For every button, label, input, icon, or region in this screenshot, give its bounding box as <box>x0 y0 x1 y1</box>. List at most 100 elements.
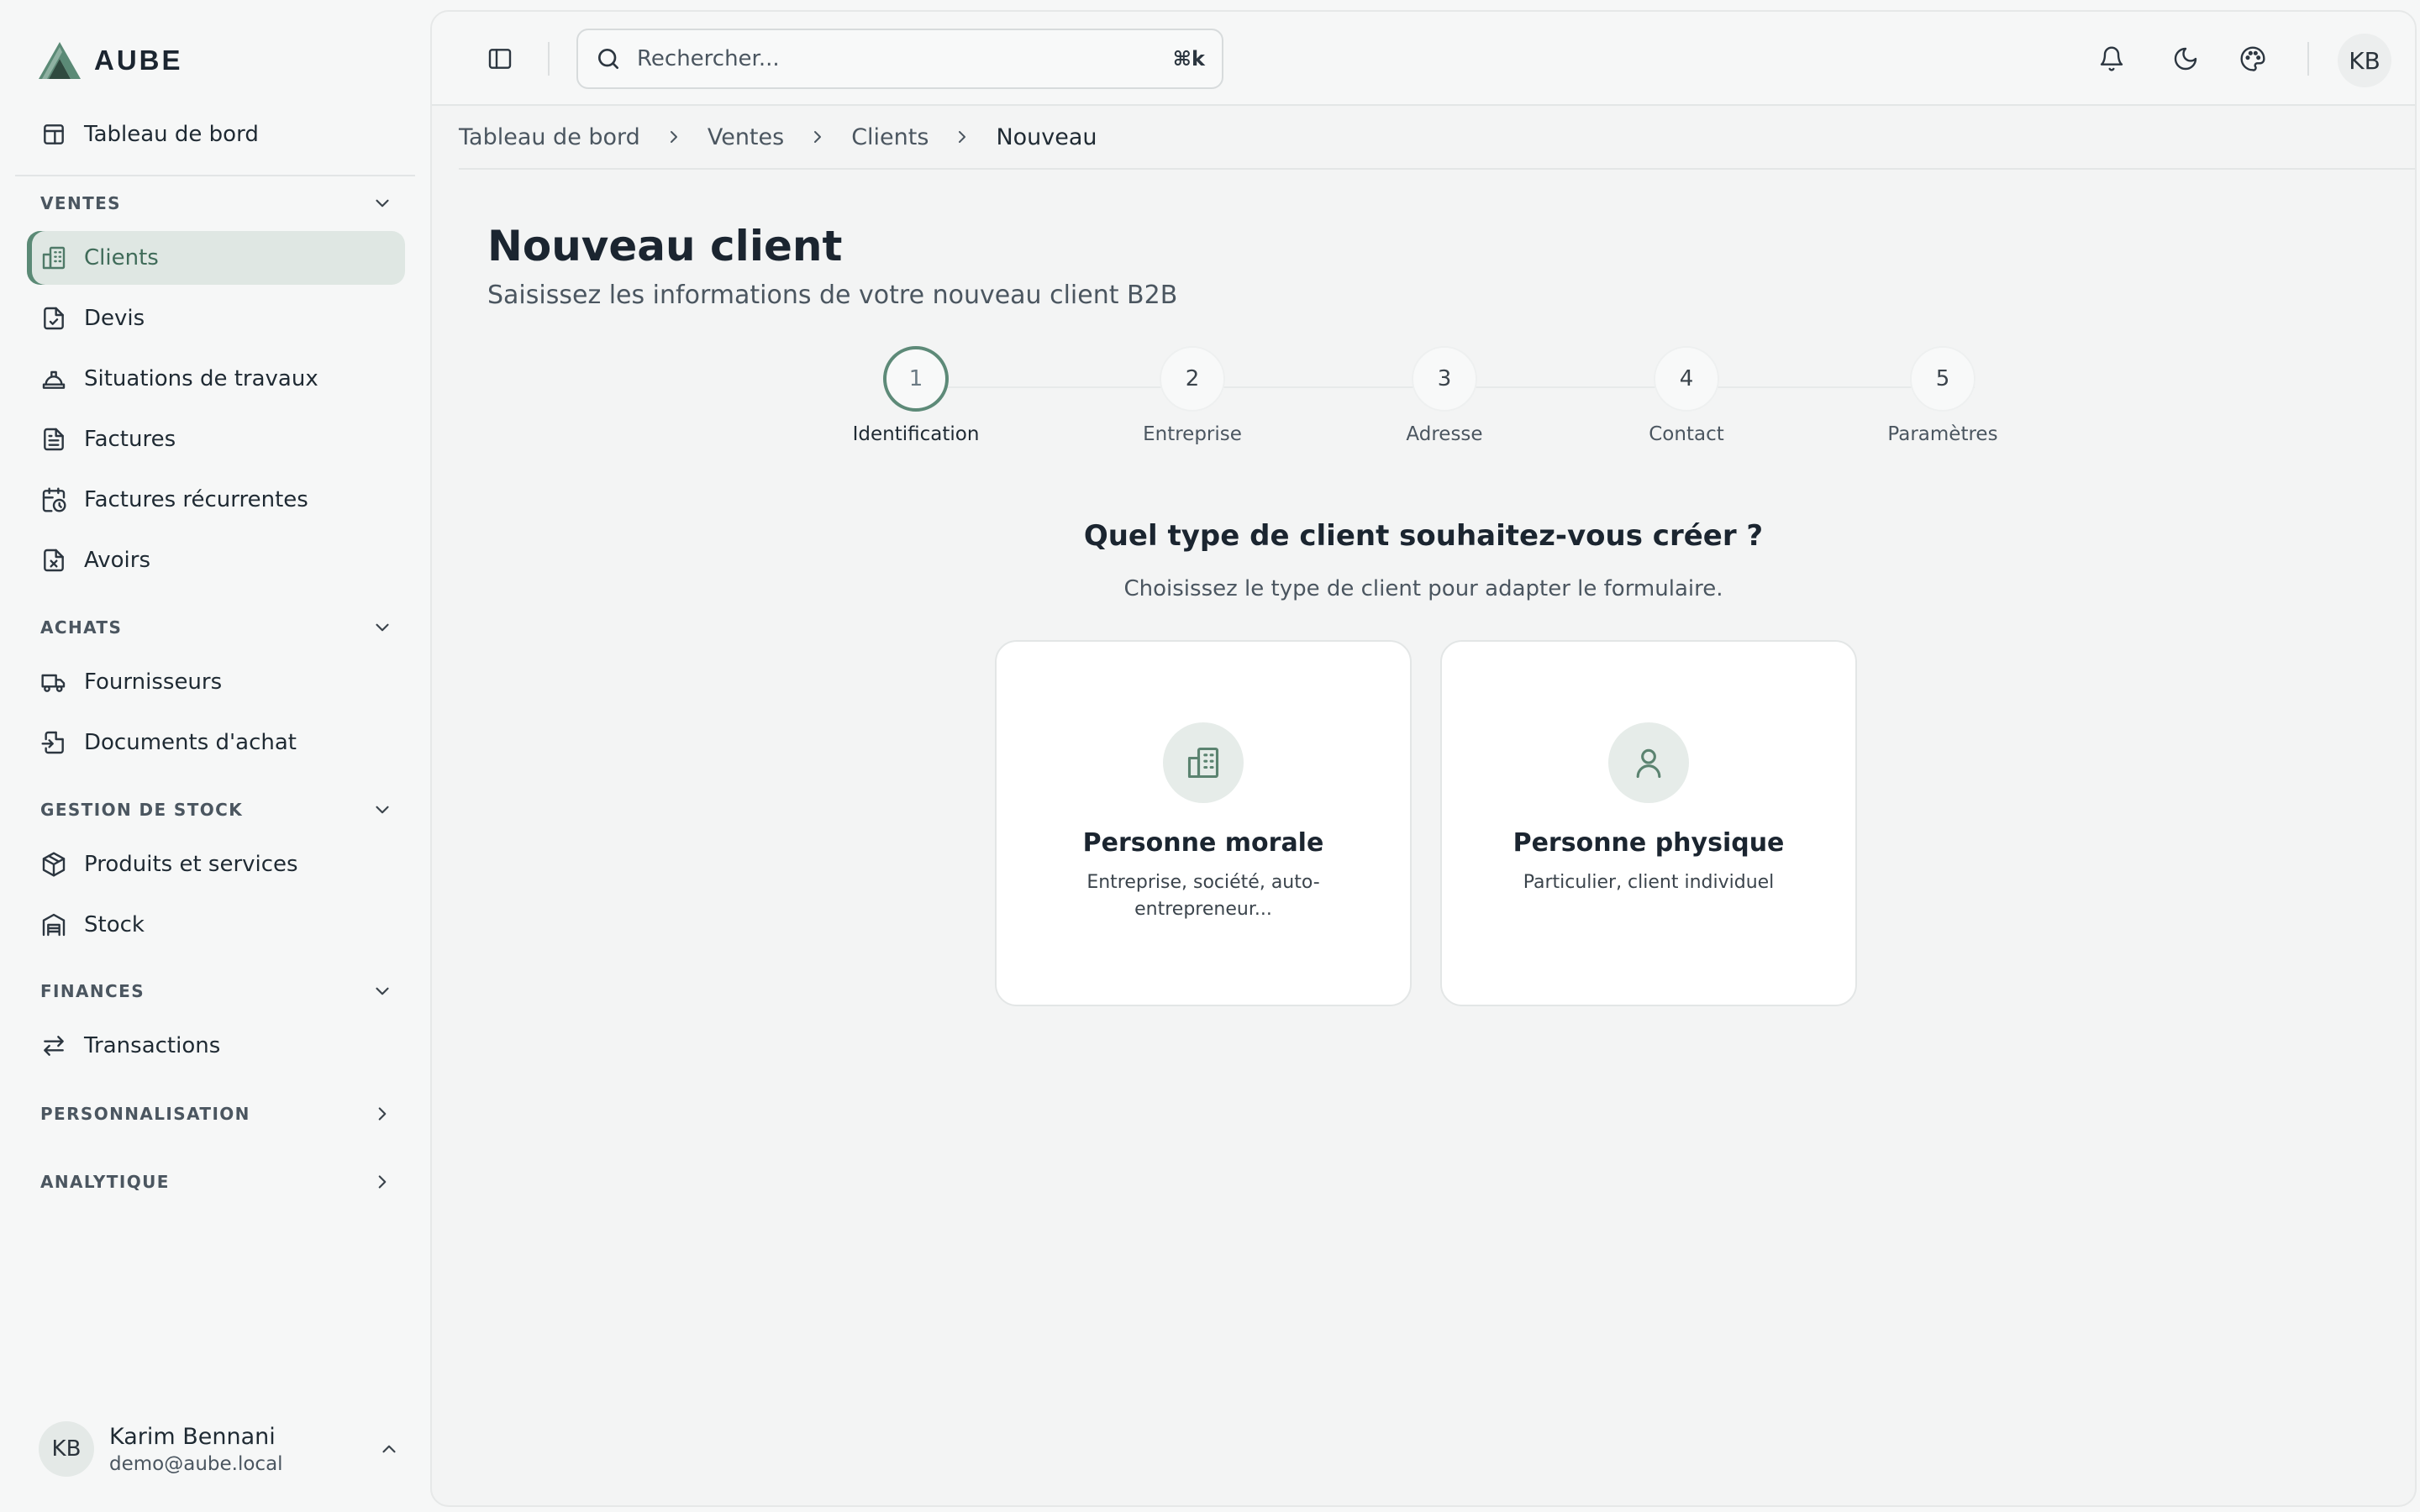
sidebar-item-clients[interactable]: Clients <box>27 231 405 285</box>
step-number: 1 <box>883 346 949 412</box>
step-label: Contact <box>1649 423 1724 445</box>
group-achats[interactable]: ACHATS <box>40 611 393 644</box>
sidebar-item-factures-recurrentes[interactable]: Factures récurrentes <box>27 473 405 527</box>
document-x-icon <box>40 547 67 574</box>
main-panel: ⌘k KB Tableau de bord Ventes Clie <box>430 10 2417 1507</box>
sidebar-item-label: Factures <box>84 427 176 452</box>
option-personne-morale-card[interactable]: Personne morale Entreprise, société, aut… <box>995 640 1412 1006</box>
arrows-exchange-icon <box>40 1032 67 1059</box>
step-label: Identification <box>852 423 980 445</box>
step-label: Adresse <box>1406 423 1483 445</box>
group-stock[interactable]: GESTION DE STOCK <box>40 793 393 827</box>
sidebar-item-label: Tableau de bord <box>84 122 259 147</box>
step-contact[interactable]: 4 Contact <box>1602 346 1770 445</box>
option-description: Particulier, client individuel <box>1523 872 1775 893</box>
group-label: ACHATS <box>40 617 123 638</box>
breadcrumb-item[interactable]: Ventes <box>708 124 784 150</box>
group-label: VENTES <box>40 193 121 213</box>
step-label: Entreprise <box>1143 423 1242 445</box>
sidebar-item-label: Clients <box>84 245 159 270</box>
step-label: Paramètres <box>1887 423 1998 445</box>
avatar[interactable]: KB <box>2338 34 2391 87</box>
chevron-right-icon <box>952 127 972 147</box>
user-email: demo@aube.local <box>109 1452 283 1475</box>
palette-button[interactable] <box>2228 34 2277 83</box>
group-label: GESTION DE STOCK <box>40 800 244 820</box>
step-number: 5 <box>1910 346 1975 412</box>
brand[interactable]: AUBE <box>37 39 183 82</box>
sidebar-item-fournisseurs[interactable]: Fournisseurs <box>27 655 405 709</box>
warehouse-icon <box>40 911 67 938</box>
hard-hat-icon <box>40 365 67 392</box>
user-icon <box>1608 722 1689 803</box>
chevron-up-icon <box>378 1438 400 1460</box>
sidebar-item-documents-achat[interactable]: Documents d'achat <box>27 716 405 769</box>
step-identification[interactable]: 1 Identification <box>832 346 1000 445</box>
chevron-down-icon <box>371 980 393 1002</box>
sidebar-item-stock[interactable]: Stock <box>27 898 405 952</box>
sidebar-item-label: Documents d'achat <box>84 730 297 755</box>
option-personne-physique-card[interactable]: Personne physique Particulier, client in… <box>1440 640 1857 1006</box>
user-menu[interactable]: KB Karim Bennani demo@aube.local <box>39 1420 400 1478</box>
sidebar-item-produits[interactable]: Produits et services <box>27 837 405 891</box>
search-shortcut: ⌘k <box>1172 47 1205 71</box>
sidebar: AUBE Tableau de bord VENTES Clients Devi… <box>0 0 425 1512</box>
page-subtitle: Saisissez les informations de votre nouv… <box>487 281 1178 310</box>
sidebar-item-factures[interactable]: Factures <box>27 412 405 466</box>
client-type-question: Quel type de client souhaitez-vous créer… <box>1083 519 1764 553</box>
client-type-hint: Choisissez le type de client pour adapte… <box>1123 576 1723 601</box>
sidebar-item-label: Devis <box>84 306 145 331</box>
calendar-clock-icon <box>40 486 67 513</box>
group-finances[interactable]: FINANCES <box>40 974 393 1008</box>
chevron-down-icon <box>371 617 393 638</box>
option-description: Entreprise, société, auto-entrepreneur..… <box>1086 872 1320 920</box>
sidebar-item-label: Transactions <box>84 1033 221 1058</box>
step-number: 4 <box>1654 346 1719 412</box>
bell-icon <box>2098 45 2125 72</box>
step-number: 3 <box>1412 346 1477 412</box>
chevron-right-icon <box>664 127 684 147</box>
sidebar-item-label: Stock <box>84 912 145 937</box>
sidebar-item-label: Situations de travaux <box>84 366 318 391</box>
sidebar-item-transactions[interactable]: Transactions <box>27 1019 405 1073</box>
group-personnalisation[interactable]: PERSONNALISATION <box>40 1097 393 1131</box>
palette-icon <box>2239 45 2266 72</box>
package-icon <box>40 851 67 878</box>
sidebar-toggle-button[interactable] <box>476 34 524 83</box>
theme-toggle-button[interactable] <box>2161 34 2210 83</box>
sidebar-item-label: Produits et services <box>84 852 298 877</box>
sidebar-panel-icon <box>487 45 513 72</box>
notifications-button[interactable] <box>2087 34 2136 83</box>
sidebar-item-devis[interactable]: Devis <box>27 291 405 345</box>
step-entreprise[interactable]: 2 Entreprise <box>1108 346 1276 445</box>
search-box[interactable]: ⌘k <box>576 29 1223 89</box>
sidebar-item-label: Factures récurrentes <box>84 487 308 512</box>
topbar: ⌘k KB <box>432 12 2415 106</box>
breadcrumb-item[interactable]: Clients <box>851 124 929 150</box>
page-title: Nouveau client <box>487 222 843 270</box>
group-ventes[interactable]: VENTES <box>40 186 393 220</box>
group-label: ANALYTIQUE <box>40 1172 170 1192</box>
group-label: PERSONNALISATION <box>40 1104 250 1124</box>
truck-icon <box>40 669 67 696</box>
option-title: Personne morale <box>1082 828 1324 858</box>
sidebar-item-situations[interactable]: Situations de travaux <box>27 352 405 406</box>
topbar-divider <box>2307 42 2309 76</box>
breadcrumb-current: Nouveau <box>996 123 1097 150</box>
user-info: Karim Bennani demo@aube.local <box>109 1424 363 1475</box>
search-input[interactable] <box>637 46 1158 71</box>
step-number: 2 <box>1160 346 1225 412</box>
step-parametres[interactable]: 5 Paramètres <box>1859 346 2027 445</box>
building-icon <box>40 244 67 271</box>
chevron-down-icon <box>371 192 393 214</box>
step-adresse[interactable]: 3 Adresse <box>1360 346 1528 445</box>
chevron-down-icon <box>371 799 393 821</box>
chevron-right-icon <box>371 1103 393 1125</box>
document-text-icon <box>40 426 67 453</box>
group-analytique[interactable]: ANALYTIQUE <box>40 1165 393 1199</box>
sidebar-item-dashboard[interactable]: Tableau de bord <box>27 108 405 161</box>
sidebar-item-avoirs[interactable]: Avoirs <box>27 533 405 587</box>
breadcrumb-item[interactable]: Tableau de bord <box>459 124 640 150</box>
aube-logo-icon <box>37 40 82 81</box>
option-title: Personne physique <box>1512 828 1785 858</box>
